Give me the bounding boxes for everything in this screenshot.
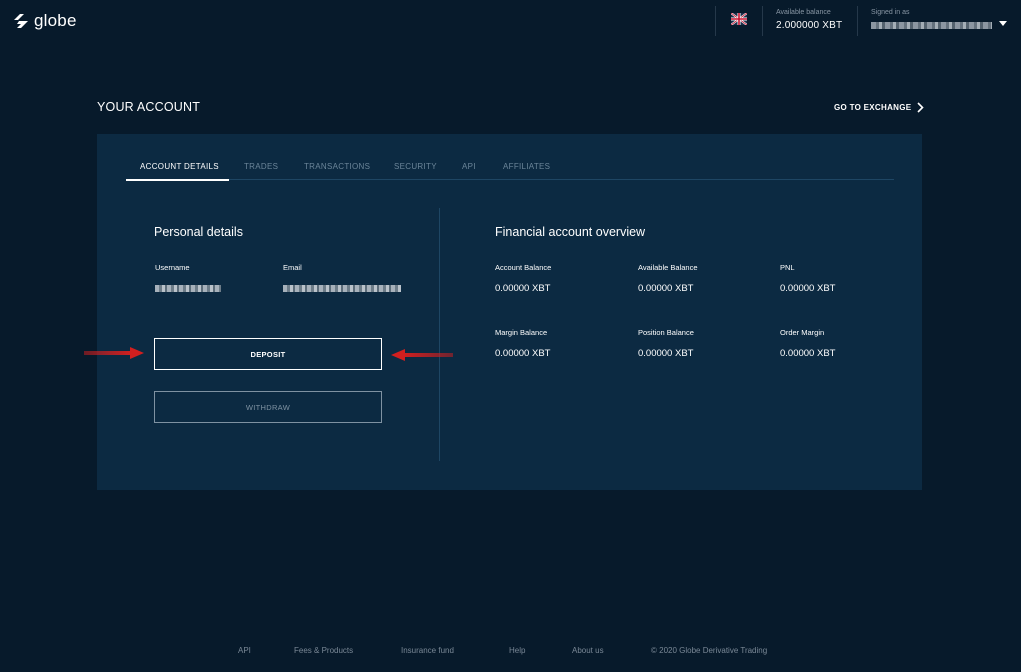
balance-label: Available balance (776, 9, 831, 16)
signed-in-user[interactable]: Signed in as (871, 9, 992, 29)
available-balance-label: Available Balance (638, 263, 698, 272)
red-arrow-annotation (84, 347, 144, 359)
active-tab-indicator (126, 179, 229, 181)
pnl-label: PNL (780, 263, 795, 272)
username-value-redacted (155, 285, 221, 292)
header-divider (715, 6, 716, 36)
available-balance: Available balance 2.000000 XBT (776, 9, 842, 31)
available-balance-value: 0.00000 XBT (638, 283, 694, 294)
deposit-button[interactable]: DEPOSIT (154, 338, 382, 370)
footer-link-insurance[interactable]: Insurance fund (401, 646, 454, 655)
tab-account-details[interactable]: ACCOUNT DETAILS (140, 162, 219, 180)
chevron-down-icon[interactable] (999, 21, 1007, 26)
uk-flag-icon[interactable] (731, 13, 747, 25)
pnl-value: 0.00000 XBT (780, 283, 836, 294)
tab-transactions[interactable]: TRANSACTIONS (304, 162, 370, 180)
account-card: ACCOUNT DETAILS TRADES TRANSACTIONS SECU… (97, 134, 922, 490)
red-arrow-annotation (391, 349, 453, 361)
account-balance-label: Account Balance (495, 263, 552, 272)
balance-value: 2.000000 XBT (776, 20, 843, 31)
email-value-redacted (283, 285, 401, 292)
go-to-exchange-link[interactable]: GO TO EXCHANGE (834, 102, 925, 113)
tab-affiliates[interactable]: AFFILIATES (503, 162, 550, 180)
signed-in-email-redacted (871, 22, 992, 29)
signed-in-label: Signed in as (871, 9, 910, 16)
header-divider (857, 6, 858, 36)
go-to-exchange-label: GO TO EXCHANGE (834, 103, 912, 112)
tab-api[interactable]: API (462, 162, 476, 180)
order-margin-value: 0.00000 XBT (780, 348, 836, 359)
position-balance-value: 0.00000 XBT (638, 348, 694, 359)
section-divider (439, 208, 440, 461)
deposit-label: DEPOSIT (250, 349, 286, 359)
globe-logo[interactable]: globe (12, 11, 77, 31)
logo-text: globe (34, 11, 77, 30)
username-label: Username (155, 263, 190, 272)
withdraw-label: WITHDRAW (245, 402, 291, 412)
footer-link-api[interactable]: API (238, 646, 251, 655)
top-bar: globe Available balance 2.000000 XBT Sig… (0, 0, 1021, 44)
account-balance-value: 0.00000 XBT (495, 283, 551, 294)
tab-trades[interactable]: TRADES (244, 162, 278, 180)
margin-balance-value: 0.00000 XBT (495, 348, 551, 359)
chevron-right-icon (917, 102, 925, 113)
financial-overview-title: Financial account overview (495, 225, 646, 239)
margin-balance-label: Margin Balance (495, 328, 548, 337)
footer-link-help[interactable]: Help (509, 646, 525, 655)
position-balance-label: Position Balance (638, 328, 694, 337)
account-tabs: ACCOUNT DETAILS TRADES TRANSACTIONS SECU… (126, 162, 894, 181)
header-divider (762, 6, 763, 36)
personal-details-title: Personal details (154, 225, 243, 239)
footer-link-fees[interactable]: Fees & Products (294, 646, 353, 655)
order-margin-label: Order Margin (780, 328, 825, 337)
footer-copyright: © 2020 Globe Derivative Trading (651, 646, 768, 655)
tab-security[interactable]: SECURITY (394, 162, 437, 180)
footer-link-about[interactable]: About us (572, 646, 604, 655)
email-label: Email (283, 263, 302, 272)
withdraw-button[interactable]: WITHDRAW (154, 391, 382, 423)
globe-logo-icon (14, 14, 28, 28)
page-title: YOUR ACCOUNT (97, 100, 201, 114)
